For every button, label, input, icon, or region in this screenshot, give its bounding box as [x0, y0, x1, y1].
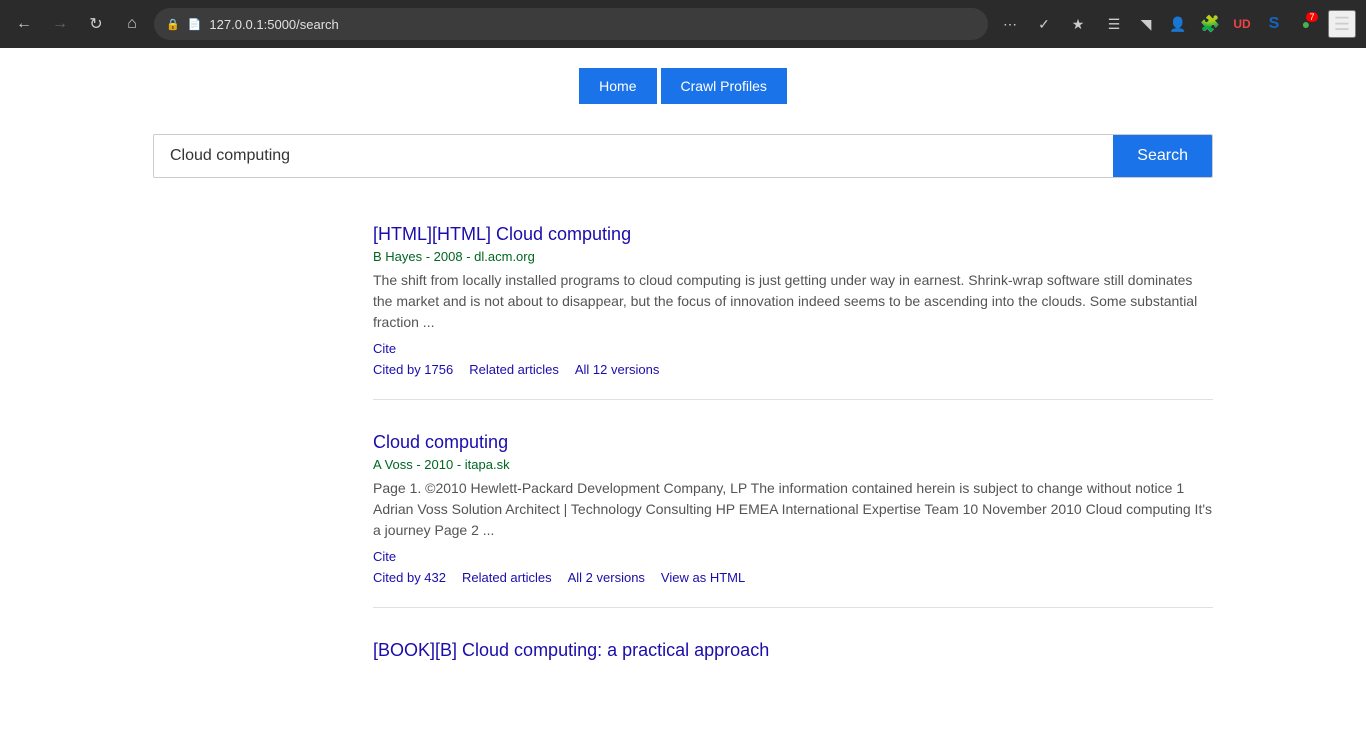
results-container: [HTML][HTML] Cloud computing B Hayes - 2… [153, 208, 1213, 681]
search-button[interactable]: Search [1113, 135, 1212, 177]
result-snippet: The shift from locally installed program… [373, 270, 1213, 333]
reload-button[interactable]: ↻ [82, 10, 110, 38]
more-options-button[interactable]: ⋯ [996, 10, 1024, 38]
cited-by-link[interactable]: Cited by 1756 [373, 362, 453, 377]
ext2-ud-icon[interactable]: UD [1228, 10, 1256, 38]
profile-icon[interactable]: 👤 [1164, 10, 1192, 38]
versions-link[interactable]: All 2 versions [568, 570, 645, 585]
browser-chrome: ← → ↻ ⌂ 🔒 📄 127.0.0.1:5000/search ⋯ ✓ ★ … [0, 0, 1366, 48]
security-icon: 🔒 [166, 18, 180, 31]
result-title[interactable]: [HTML][HTML] Cloud computing [373, 224, 1213, 245]
back-button[interactable]: ← [10, 10, 38, 38]
search-input[interactable] [154, 135, 1113, 177]
address-bar[interactable]: 🔒 📄 127.0.0.1:5000/search [154, 8, 988, 40]
view-as-html-link[interactable]: View as HTML [661, 570, 745, 585]
result-meta: A Voss - 2010 - itapa.sk [373, 457, 1213, 472]
related-articles-link[interactable]: Related articles [469, 362, 559, 377]
browser-actions: ⋯ ✓ ★ [996, 10, 1092, 38]
result-cited-by: Cited by 1756 Related articles All 12 ve… [373, 362, 1213, 377]
result-item: [HTML][HTML] Cloud computing B Hayes - 2… [373, 208, 1213, 400]
hamburger-menu[interactable]: ☰ [1328, 10, 1356, 38]
ext4-icon[interactable]: ● 7 [1292, 10, 1320, 38]
result-title[interactable]: [BOOK][B] Cloud computing: a practical a… [373, 640, 1213, 661]
result-actions: Cite [373, 549, 1213, 564]
result-cite-link[interactable]: Cite [373, 549, 396, 564]
result-title[interactable]: Cloud computing [373, 432, 1213, 453]
home-nav-link[interactable]: Home [579, 68, 656, 104]
pocket-icon[interactable]: ✓ [1030, 10, 1058, 38]
ext3-s-icon[interactable]: S [1260, 10, 1288, 38]
crawl-profiles-nav-link[interactable]: Crawl Profiles [661, 68, 787, 104]
ext4-badge: 7 [1306, 12, 1318, 22]
nav-bar: Home Crawl Profiles [20, 68, 1346, 104]
result-item: [BOOK][B] Cloud computing: a practical a… [373, 624, 1213, 681]
result-cite-link[interactable]: Cite [373, 341, 396, 356]
result-item: Cloud computing A Voss - 2010 - itapa.sk… [373, 416, 1213, 608]
address-text: 127.0.0.1:5000/search [209, 17, 976, 32]
page-content: Home Crawl Profiles Search [HTML][HTML] … [0, 48, 1366, 736]
forward-button[interactable]: → [46, 10, 74, 38]
tab-icon[interactable]: ◥ [1132, 10, 1160, 38]
home-button[interactable]: ⌂ [118, 10, 146, 38]
result-snippet: Page 1. ©2010 Hewlett-Packard Developmen… [373, 478, 1213, 541]
result-cited-by: Cited by 432 Related articles All 2 vers… [373, 570, 1213, 585]
bookmark-icon[interactable]: ★ [1064, 10, 1092, 38]
extensions-area: ☰ ◥ 👤 🧩 UD S ● 7 [1100, 10, 1320, 38]
search-bar: Search [153, 134, 1213, 178]
library-icon[interactable]: ☰ [1100, 10, 1128, 38]
result-actions: Cite [373, 341, 1213, 356]
related-articles-link[interactable]: Related articles [462, 570, 552, 585]
ext1-icon[interactable]: 🧩 [1196, 10, 1224, 38]
result-meta: B Hayes - 2008 - dl.acm.org [373, 249, 1213, 264]
page-icon: 📄 [188, 18, 202, 31]
cited-by-link[interactable]: Cited by 432 [373, 570, 446, 585]
versions-link[interactable]: All 12 versions [575, 362, 660, 377]
